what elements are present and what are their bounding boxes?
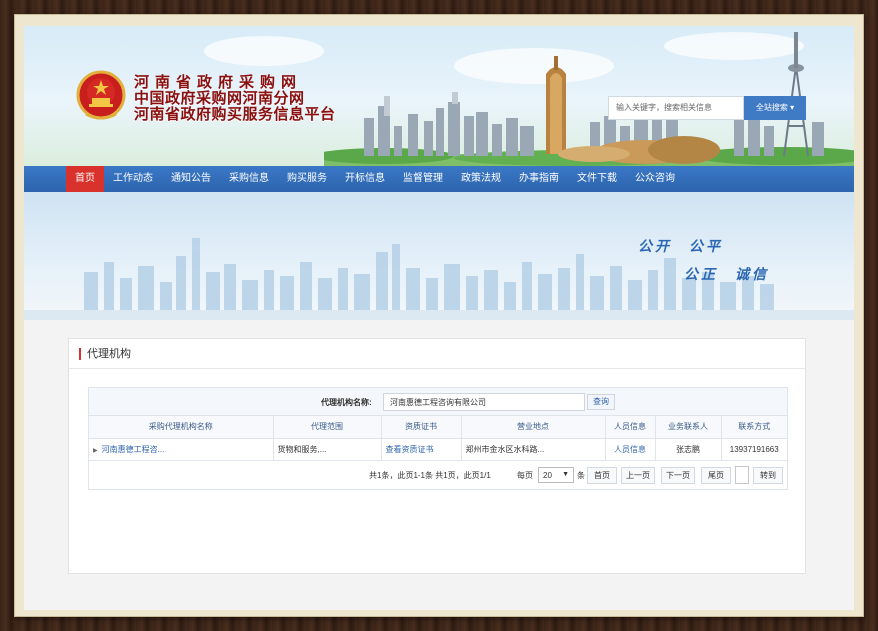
next-page-button[interactable]: 下一页 bbox=[661, 466, 695, 484]
scope-cell: 货物和服务,... bbox=[273, 438, 382, 461]
contact-cell: 张志鹏 bbox=[655, 438, 722, 461]
phone-cell: 13937191663 bbox=[721, 438, 787, 461]
nav-item-work-news[interactable]: 工作动态 bbox=[104, 166, 162, 192]
first-page-button[interactable]: 首页 bbox=[587, 466, 617, 484]
staff-info-link[interactable]: 人员信息 bbox=[614, 445, 646, 454]
pagination: 共1条，此页1-1条 共1页，此页1/1 每页 20 ▼ 条 首页 上一页 下一… bbox=[89, 461, 787, 489]
site-title-line2: 中国政府采购网河南分网 bbox=[134, 89, 305, 107]
nav-item-procurement-info[interactable]: 采购信息 bbox=[220, 166, 278, 192]
panel-title: 代理机构 bbox=[87, 348, 131, 360]
staff-cell: 人员信息 bbox=[605, 438, 656, 461]
column-header: 采购代理机构名称 bbox=[89, 416, 274, 439]
site-header: 河南省政府采购网 中国政府采购网河南分网 河南省政府购买服务信息平台 输入关键字… bbox=[24, 26, 854, 166]
column-header: 代理范围 bbox=[273, 416, 382, 439]
agency-table: 采购代理机构名称 代理范围 资质证书 营业地点 人员信息 业务联系人 联系方式 bbox=[89, 416, 787, 461]
search-input[interactable]: 输入关键字，搜索相关信息 bbox=[608, 96, 744, 120]
agency-name-link[interactable]: 河南惠德工程咨... bbox=[102, 445, 165, 454]
table-header-row: 采购代理机构名称 代理范围 资质证书 营业地点 人员信息 业务联系人 联系方式 bbox=[89, 416, 787, 439]
per-page-value: 20 bbox=[543, 470, 552, 480]
column-header: 人员信息 bbox=[605, 416, 656, 439]
agency-panel: 代理机构 代理机构名称: 河南惠德工程咨询有限公司 查询 采购代理机构名称 代理… bbox=[68, 338, 806, 574]
location-cell: 郑州市金水区水科路... bbox=[461, 438, 606, 461]
nav-item-notices[interactable]: 通知公告 bbox=[162, 166, 220, 192]
banner-slogan-line2: 公正 诚信 bbox=[684, 267, 769, 283]
table-row: ▶ 河南惠德工程咨... 货物和服务,... 查看资质证书 郑州市金水区水科路..… bbox=[89, 438, 787, 461]
nav-item-bid-opening[interactable]: 开标信息 bbox=[336, 166, 394, 192]
column-header: 联系方式 bbox=[721, 416, 787, 439]
site-title-line1: 河南省政府采购网 bbox=[134, 73, 303, 91]
filter-label: 代理机构名称: bbox=[321, 398, 372, 407]
picture-frame: 河南省政府采购网 中国政府采购网河南分网 河南省政府购买服务信息平台 输入关键字… bbox=[14, 14, 864, 617]
agency-name-cell: ▶ 河南惠德工程咨... bbox=[89, 438, 274, 461]
site-search-button-label: 全站搜索 bbox=[755, 103, 788, 112]
per-page-select[interactable]: 20 ▼ bbox=[538, 466, 574, 483]
column-header: 营业地点 bbox=[461, 416, 606, 439]
certificate-cell: 查看资质证书 bbox=[381, 438, 462, 461]
panel-header: 代理机构 bbox=[69, 339, 805, 369]
nav-item-guide[interactable]: 办事指南 bbox=[510, 166, 568, 192]
per-page-label: 每页 bbox=[517, 470, 533, 480]
column-header: 业务联系人 bbox=[655, 416, 722, 439]
nav-item-public-consult[interactable]: 公众咨询 bbox=[626, 166, 684, 192]
banner-skyline-illustration bbox=[24, 238, 854, 320]
nav-item-regulations[interactable]: 政策法规 bbox=[452, 166, 510, 192]
site-title-line3: 河南省政府购买服务信息平台 bbox=[134, 105, 336, 123]
column-header: 资质证书 bbox=[381, 416, 462, 439]
nav-item-purchase-services[interactable]: 购买服务 bbox=[278, 166, 336, 192]
site-search-button[interactable]: 全站搜索 ▾ bbox=[744, 96, 806, 120]
per-page-unit: 条 bbox=[577, 470, 585, 480]
browser-viewport: 河南省政府采购网 中国政府采购网河南分网 河南省政府购买服务信息平台 输入关键字… bbox=[24, 26, 854, 610]
last-page-button[interactable]: 尾页 bbox=[701, 466, 731, 484]
banner-slogan-line1: 公开 公平 bbox=[638, 239, 723, 255]
national-emblem-logo bbox=[76, 70, 126, 120]
agency-grid: 代理机构名称: 河南惠德工程咨询有限公司 查询 采购代理机构名称 代理范围 资质… bbox=[88, 387, 788, 490]
prev-page-button[interactable]: 上一页 bbox=[621, 466, 655, 484]
site-title-block: 河南省政府采购网 中国政府采购网河南分网 河南省政府购买服务信息平台 bbox=[134, 74, 336, 122]
nav-item-supervision[interactable]: 监督管理 bbox=[394, 166, 452, 192]
view-certificate-link[interactable]: 查看资质证书 bbox=[386, 445, 434, 454]
main-nav: 首页 工作动态 通知公告 采购信息 购买服务 开标信息 监督管理 政策法规 办事… bbox=[24, 166, 854, 196]
query-button[interactable]: 查询 bbox=[587, 394, 615, 410]
page-number-input[interactable] bbox=[735, 465, 749, 484]
nav-item-home[interactable]: 首页 bbox=[66, 166, 104, 196]
agency-name-input[interactable]: 河南惠德工程咨询有限公司 bbox=[383, 393, 585, 411]
pagination-info: 共1条，此页1-1条 共1页，此页1/1 bbox=[369, 470, 491, 480]
caret-down-icon: ▾ bbox=[790, 103, 795, 112]
chevron-down-icon: ▼ bbox=[562, 470, 569, 478]
triangle-right-icon: ▶ bbox=[93, 447, 98, 454]
go-to-page-button[interactable]: 转到 bbox=[753, 466, 783, 484]
cloud-decoration bbox=[204, 36, 324, 66]
nav-item-downloads[interactable]: 文件下载 bbox=[568, 166, 626, 192]
hero-banner: 公开 公平 公正 诚信 bbox=[24, 192, 854, 320]
filter-row: 代理机构名称: 河南惠德工程咨询有限公司 查询 bbox=[89, 388, 787, 416]
